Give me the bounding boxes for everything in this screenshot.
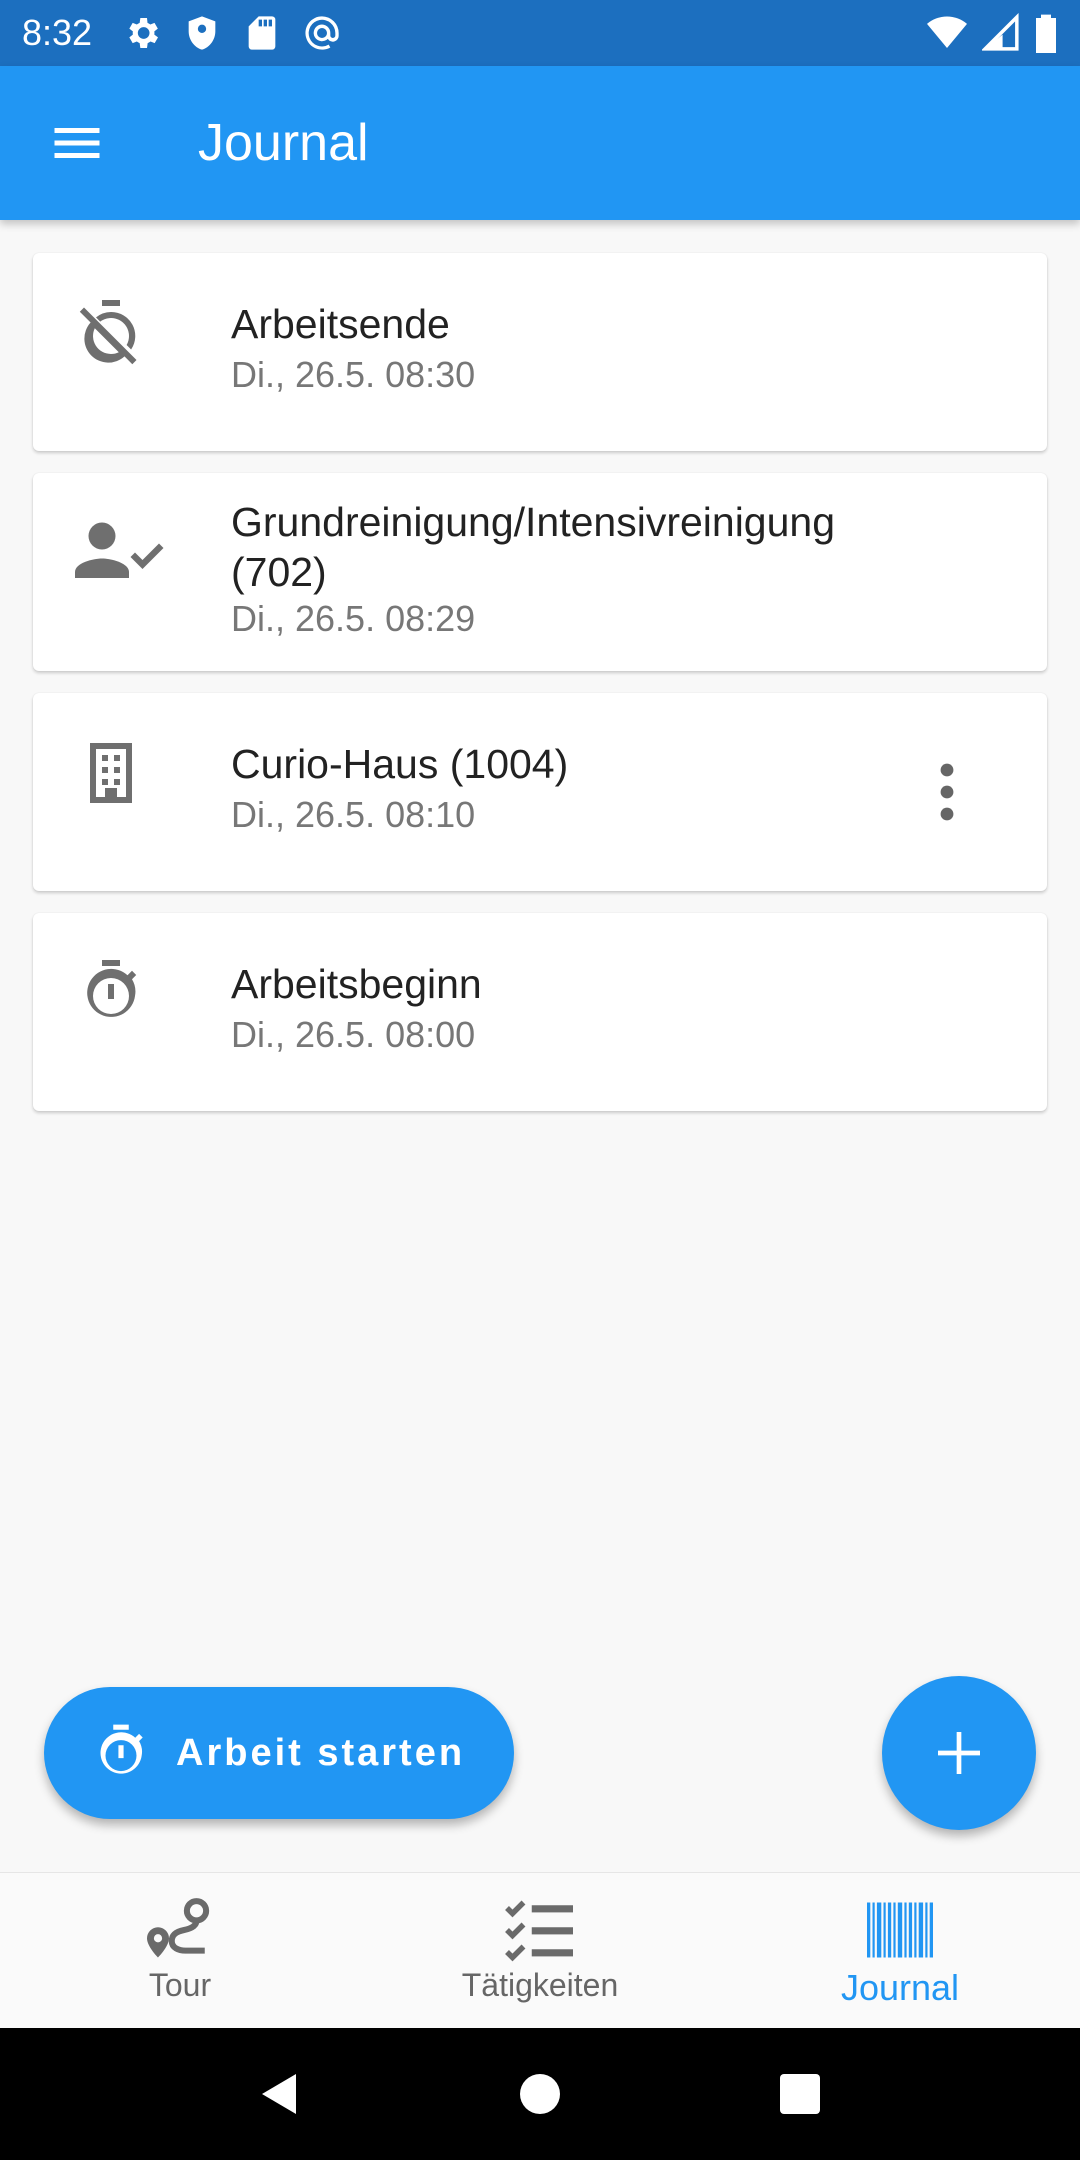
hamburger-menu-icon bbox=[54, 128, 100, 158]
timer-icon bbox=[75, 957, 147, 1029]
route-icon bbox=[147, 1898, 210, 1958]
checklist-icon bbox=[505, 1900, 573, 1962]
status-system-icons bbox=[926, 13, 1058, 53]
building-icon bbox=[75, 737, 147, 809]
person-check-icon bbox=[75, 515, 165, 587]
nav-label-taetigkeiten: Tätigkeiten bbox=[461, 1967, 619, 2003]
barcode-icon bbox=[867, 1902, 933, 1958]
start-work-button[interactable]: Arbeit starten bbox=[44, 1687, 514, 1819]
entry-title: Arbeitsbeginn bbox=[231, 961, 482, 1007]
list-item[interactable]: Grundreinigung/Intensivreinigung (702) D… bbox=[33, 473, 1047, 671]
settings-gear-icon bbox=[129, 18, 159, 48]
entry-title: Grundreinigung/Intensivreinigung (702) bbox=[231, 499, 836, 595]
home-icon[interactable] bbox=[516, 2070, 564, 2118]
entry-timestamp: Di., 26.5. 08:10 bbox=[231, 794, 476, 835]
shield-icon bbox=[188, 16, 216, 50]
signal-icon bbox=[982, 13, 1019, 51]
entry-title: Arbeitsende bbox=[231, 301, 450, 347]
list-item[interactable]: Arbeitsbeginn Di., 26.5. 08:00 bbox=[33, 913, 1047, 1111]
nav-label-journal: Journal bbox=[840, 1967, 960, 2008]
more-options-button[interactable] bbox=[927, 747, 967, 837]
entry-title: Curio-Haus (1004) bbox=[231, 741, 569, 787]
plus-icon bbox=[938, 1732, 980, 1774]
timer-off-icon bbox=[75, 297, 147, 369]
nav-item-tour[interactable]: Tour bbox=[0, 1873, 360, 2028]
start-work-label: Arbeit starten bbox=[176, 1731, 466, 1774]
battery-icon bbox=[1036, 14, 1056, 53]
status-time: 8:32 bbox=[22, 12, 93, 53]
menu-button[interactable] bbox=[38, 104, 116, 182]
list-item[interactable]: Curio-Haus (1004) Di., 26.5. 08:10 bbox=[33, 693, 1047, 891]
nav-label-tour: Tour bbox=[148, 1967, 212, 2003]
app-bar: Journal bbox=[0, 66, 1080, 220]
nav-item-taetigkeiten[interactable]: Tätigkeiten bbox=[360, 1873, 720, 2028]
entry-timestamp: Di., 26.5. 08:00 bbox=[231, 1014, 476, 1055]
timer-icon bbox=[100, 1724, 143, 1774]
list-item[interactable]: Arbeitsende Di., 26.5. 08:30 bbox=[33, 253, 1047, 451]
wifi-icon bbox=[927, 16, 967, 48]
status-bar: 8:32 bbox=[0, 0, 1080, 66]
back-icon[interactable] bbox=[256, 2070, 304, 2118]
sd-card-icon bbox=[248, 16, 276, 50]
add-entry-button[interactable] bbox=[882, 1676, 1036, 1830]
system-navigation-bar bbox=[0, 2028, 1080, 2160]
app-root: 8:32 Journal Arbeitsende Di., 26.5. 08:3… bbox=[0, 0, 1080, 2160]
journal-list: Arbeitsende Di., 26.5. 08:30 Grundreinig… bbox=[33, 253, 1047, 1133]
bottom-navigation: Tour Tätigkeiten Journal bbox=[0, 1872, 1080, 2028]
entry-timestamp: Di., 26.5. 08:29 bbox=[231, 598, 476, 639]
status-notification-icons bbox=[122, 13, 342, 53]
more-vert-icon bbox=[940, 763, 954, 821]
page-title: Journal bbox=[198, 114, 369, 172]
nav-item-journal[interactable]: Journal bbox=[720, 1873, 1080, 2028]
recents-icon[interactable] bbox=[776, 2070, 824, 2118]
entry-timestamp: Di., 26.5. 08:30 bbox=[231, 354, 476, 395]
at-sign-icon bbox=[305, 16, 339, 50]
